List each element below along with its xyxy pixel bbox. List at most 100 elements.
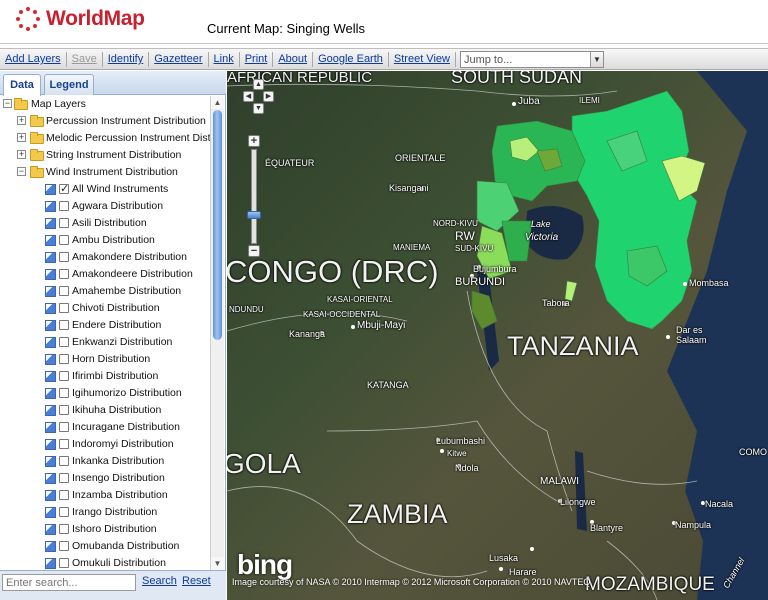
tree-root[interactable]: − Map Layers: [0, 96, 210, 113]
identify-button[interactable]: Identify: [103, 53, 148, 65]
layer-checkbox[interactable]: [59, 218, 69, 228]
layer-checkbox[interactable]: [59, 456, 69, 466]
tab-data[interactable]: Data: [3, 74, 41, 96]
layer-checkbox[interactable]: [59, 490, 69, 500]
pan-down-icon[interactable]: ▼: [253, 103, 264, 114]
jump-to-select[interactable]: Jump to... ▼: [459, 50, 604, 68]
layer-checkbox[interactable]: [59, 337, 69, 347]
street-view-button[interactable]: Street View: [389, 53, 455, 65]
map-label: Kananga: [289, 329, 326, 339]
layer-item[interactable]: Irango Distribution: [0, 504, 210, 521]
layer-checkbox[interactable]: [59, 201, 69, 211]
layer-item[interactable]: Insengo Distribution: [0, 470, 210, 487]
layer-tree: − Map Layers + Percussion Instrument Dist…: [0, 96, 210, 570]
search-input[interactable]: [2, 574, 136, 591]
tree-scrollbar[interactable]: ▲ ▼: [210, 96, 224, 570]
map-label: ÉQUATEUR: [265, 158, 315, 168]
layer-item[interactable]: Ikihuha Distribution: [0, 402, 210, 419]
layer-checkbox[interactable]: [59, 541, 69, 551]
layer-item[interactable]: Enkwanzi Distribution: [0, 334, 210, 351]
zoom-slider-thumb[interactable]: [247, 211, 261, 219]
layer-item[interactable]: Incuragane Distribution: [0, 419, 210, 436]
layer-group[interactable]: − Wind Instrument Distribution: [0, 164, 210, 181]
expand-toggle-icon[interactable]: +: [17, 133, 26, 142]
tab-legend[interactable]: Legend: [44, 74, 94, 95]
layer-checkbox[interactable]: [59, 371, 69, 381]
about-button[interactable]: About: [273, 53, 312, 65]
layer-item[interactable]: Endere Distribution: [0, 317, 210, 334]
chevron-down-icon[interactable]: ▼: [589, 51, 603, 67]
layer-checkbox[interactable]: [59, 252, 69, 262]
worldmap-logo[interactable]: WorldMap: [16, 7, 145, 31]
pan-right-icon[interactable]: ▶: [263, 91, 274, 102]
layer-checkbox[interactable]: [59, 181, 69, 198]
link-button[interactable]: Link: [209, 53, 239, 65]
layer-checkbox[interactable]: [59, 286, 69, 296]
layer-checkbox[interactable]: [59, 422, 69, 432]
layer-checkbox[interactable]: [59, 269, 69, 279]
layer-item[interactable]: Amakondeere Distribution: [0, 266, 210, 283]
map-label: NORD-KIVU: [433, 219, 478, 228]
save-button[interactable]: Save: [67, 53, 102, 65]
layer-item[interactable]: Inkanka Distribution: [0, 453, 210, 470]
layer-item[interactable]: Ishoro Distribution: [0, 521, 210, 538]
zoom-in-button[interactable]: +: [248, 135, 260, 147]
search-button[interactable]: Search: [142, 575, 177, 587]
zoom-slider[interactable]: [251, 149, 257, 244]
layer-checkbox[interactable]: [59, 388, 69, 398]
google-earth-button[interactable]: Google Earth: [313, 53, 388, 65]
collapse-toggle-icon[interactable]: −: [17, 167, 26, 176]
layer-checkbox[interactable]: [59, 558, 69, 568]
layer-item[interactable]: Asili Distribution: [0, 215, 210, 232]
layer-item[interactable]: Amakondere Distribution: [0, 249, 210, 266]
layer-group[interactable]: + String Instrument Distribution: [0, 147, 210, 164]
layer-item[interactable]: Omukuli Distribution: [0, 555, 210, 570]
layer-checkbox[interactable]: [59, 439, 69, 449]
layer-item[interactable]: Inzamba Distribution: [0, 487, 210, 504]
layer-item[interactable]: Agwara Distribution: [0, 198, 210, 215]
layer-icon: [45, 507, 56, 518]
layer-item[interactable]: Ambu Distribution: [0, 232, 210, 249]
layer-checkbox[interactable]: [59, 473, 69, 483]
pan-left-icon[interactable]: ◀: [243, 91, 254, 102]
layer-label: Ikihuha Distribution: [72, 404, 162, 416]
layer-icon: [45, 439, 56, 450]
expand-toggle-icon[interactable]: +: [17, 150, 26, 159]
map-view[interactable]: AFRICAN REPUBLIC SOUTH SUDAN CONGO (DRC)…: [227, 71, 768, 600]
jump-to-value: Jump to...: [463, 53, 513, 66]
layer-item[interactable]: Chivoti Distribution: [0, 300, 210, 317]
expand-toggle-icon[interactable]: +: [17, 116, 26, 125]
map-toolbar: Add Layers Save Identify Gazetteer Link …: [0, 48, 768, 70]
layer-checkbox[interactable]: [59, 320, 69, 330]
pan-up-icon[interactable]: ▲: [253, 79, 264, 90]
map-label: KATANGA: [367, 380, 409, 390]
layer-label: Chivoti Distribution: [72, 302, 160, 314]
layer-item[interactable]: Ifirimbi Distribution: [0, 368, 210, 385]
layer-checkbox[interactable]: [59, 507, 69, 517]
layer-checkbox[interactable]: [59, 405, 69, 415]
layer-item[interactable]: Amahembe Distribution: [0, 283, 210, 300]
layer-item[interactable]: Omubanda Distribution: [0, 538, 210, 555]
zoom-out-button[interactable]: −: [248, 245, 260, 257]
add-layers-button[interactable]: Add Layers: [0, 53, 66, 65]
collapse-toggle-icon[interactable]: −: [3, 99, 12, 108]
layer-checkbox[interactable]: [59, 235, 69, 245]
map-label: MALAWI: [540, 476, 580, 487]
layer-group[interactable]: + Percussion Instrument Distribution: [0, 113, 210, 130]
layer-group[interactable]: + Melodic Percussion Instrument Distrib: [0, 130, 210, 147]
layer-icon: [45, 490, 56, 501]
scroll-down-icon[interactable]: ▼: [211, 557, 224, 570]
gazetteer-button[interactable]: Gazetteer: [149, 53, 207, 65]
scroll-up-icon[interactable]: ▲: [211, 96, 224, 109]
scroll-thumb[interactable]: [213, 110, 222, 340]
reset-button[interactable]: Reset: [182, 575, 211, 587]
layer-item[interactable]: All Wind Instruments: [0, 181, 210, 198]
layer-item[interactable]: Igihumorizo Distribution: [0, 385, 210, 402]
layer-checkbox[interactable]: [59, 303, 69, 313]
layer-checkbox[interactable]: [59, 524, 69, 534]
print-button[interactable]: Print: [240, 53, 273, 65]
map-label: Victoria: [525, 232, 559, 243]
layer-checkbox[interactable]: [59, 354, 69, 364]
layer-item[interactable]: Indoromyi Distribution: [0, 436, 210, 453]
layer-item[interactable]: Horn Distribution: [0, 351, 210, 368]
